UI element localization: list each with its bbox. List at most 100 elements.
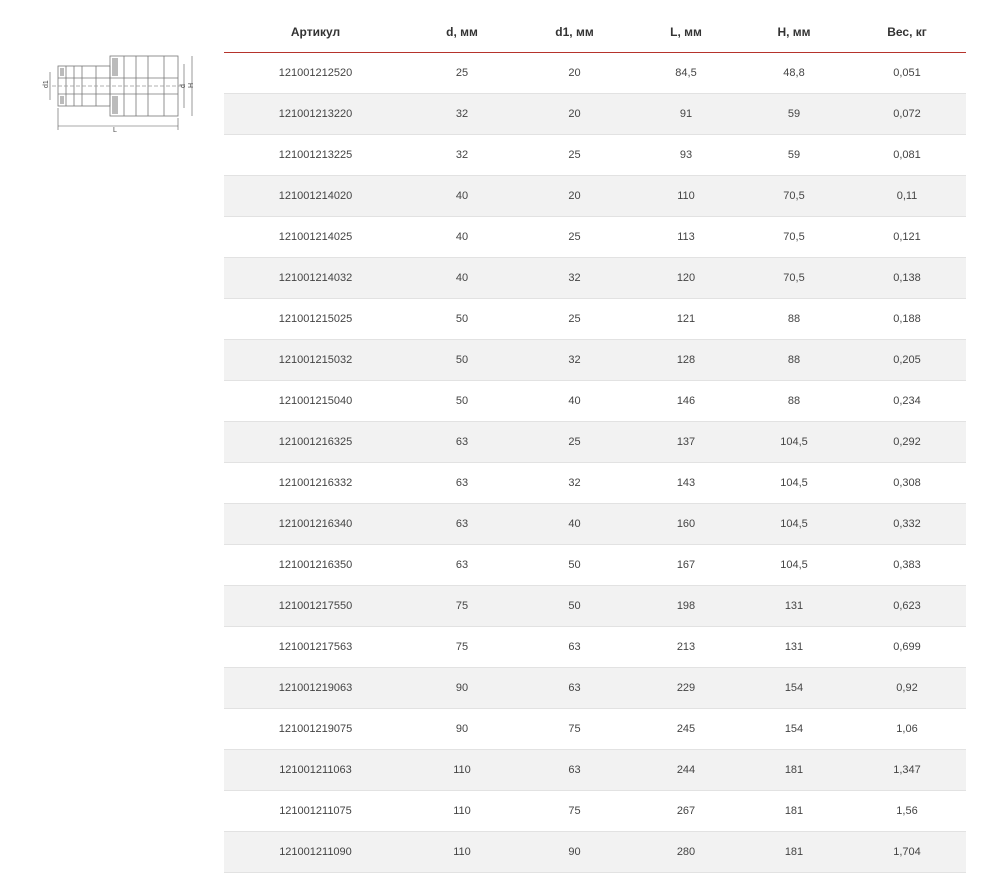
d-label: d — [180, 84, 187, 88]
table-row: 121001217563 75 63 213 131 0,699 — [224, 626, 966, 668]
d-cell: 63 — [407, 503, 517, 545]
l-label: L — [113, 127, 117, 134]
l-cell: 121 — [632, 298, 740, 340]
d1-cell: 75 — [517, 790, 632, 832]
table-row: 121001211090 110 90 280 181 1,704 — [224, 831, 966, 873]
l-cell: 84,5 — [632, 52, 740, 94]
l-cell: 93 — [632, 134, 740, 176]
weight-cell: 0,332 — [848, 503, 966, 545]
article-cell: 121001215025 — [224, 298, 407, 340]
weight-cell: 0,205 — [848, 339, 966, 381]
d-cell: 25 — [407, 52, 517, 94]
d-cell: 63 — [407, 544, 517, 586]
article-cell: 121001214025 — [224, 216, 407, 258]
weight-cell: 0,121 — [848, 216, 966, 258]
table-row: 121001211075 110 75 267 181 1,56 — [224, 790, 966, 832]
l-cell: 120 — [632, 257, 740, 299]
d-cell: 50 — [407, 339, 517, 381]
d1-cell: 32 — [517, 257, 632, 299]
weight-cell: 0,383 — [848, 544, 966, 586]
table-row: 121001216325 63 25 137 104,5 0,292 — [224, 421, 966, 463]
h-cell: 88 — [740, 298, 848, 340]
article-cell: 121001216325 — [224, 421, 407, 463]
article-cell: 121001216340 — [224, 503, 407, 545]
d-cell: 40 — [407, 175, 517, 217]
d1-cell: 63 — [517, 667, 632, 709]
h-cell: 131 — [740, 626, 848, 668]
article-cell: 121001219075 — [224, 708, 407, 750]
d1-cell: 20 — [517, 175, 632, 217]
l-cell: 167 — [632, 544, 740, 586]
weight-cell: 0,11 — [848, 175, 966, 217]
h-cell: 181 — [740, 749, 848, 791]
table-row: 121001212520 25 20 84,5 48,8 0,051 — [224, 52, 966, 94]
table-header-row: Артикул d, мм d1, мм L, мм H, мм Вес, кг — [224, 12, 966, 53]
article-cell: 121001216332 — [224, 462, 407, 504]
weight-cell: 1,56 — [848, 790, 966, 832]
h-cell: 154 — [740, 667, 848, 709]
table-row: 121001214032 40 32 120 70,5 0,138 — [224, 257, 966, 299]
header-l: L, мм — [632, 12, 740, 53]
article-cell: 121001216350 — [224, 544, 407, 586]
header-weight: Вес, кг — [848, 12, 966, 53]
l-cell: 160 — [632, 503, 740, 545]
article-cell: 121001213225 — [224, 134, 407, 176]
table-row: 121001215025 50 25 121 88 0,188 — [224, 298, 966, 340]
h-cell: 88 — [740, 380, 848, 422]
header-h: H, мм — [740, 12, 848, 53]
d1-cell: 25 — [517, 421, 632, 463]
article-cell: 121001217550 — [224, 585, 407, 627]
h-cell: 104,5 — [740, 462, 848, 504]
article-cell: 121001211090 — [224, 831, 407, 873]
h-cell: 70,5 — [740, 175, 848, 217]
article-cell: 121001211075 — [224, 790, 407, 832]
article-cell: 121001219063 — [224, 667, 407, 709]
weight-cell: 1,06 — [848, 708, 966, 750]
l-cell: 245 — [632, 708, 740, 750]
d1-cell: 40 — [517, 380, 632, 422]
table-row: 121001216332 63 32 143 104,5 0,308 — [224, 462, 966, 504]
d1-cell: 25 — [517, 134, 632, 176]
weight-cell: 0,138 — [848, 257, 966, 299]
table-row: 121001216340 63 40 160 104,5 0,332 — [224, 503, 966, 545]
article-cell: 121001215040 — [224, 380, 407, 422]
h-cell: 104,5 — [740, 503, 848, 545]
l-cell: 113 — [632, 216, 740, 258]
d1-cell: 75 — [517, 708, 632, 750]
table-row: 121001217550 75 50 198 131 0,623 — [224, 585, 966, 627]
table-row: 121001211063 110 63 244 181 1,347 — [224, 749, 966, 791]
l-cell: 267 — [632, 790, 740, 832]
header-d: d, мм — [407, 12, 517, 53]
weight-cell: 0,308 — [848, 462, 966, 504]
d-cell: 50 — [407, 380, 517, 422]
d-cell: 50 — [407, 298, 517, 340]
d-cell: 110 — [407, 831, 517, 873]
table-row: 121001214025 40 25 113 70,5 0,121 — [224, 216, 966, 258]
article-cell: 121001213220 — [224, 93, 407, 135]
weight-cell: 0,292 — [848, 421, 966, 463]
article-cell: 121001211063 — [224, 749, 407, 791]
d-cell: 40 — [407, 257, 517, 299]
weight-cell: 0,623 — [848, 585, 966, 627]
l-cell: 110 — [632, 175, 740, 217]
l-cell: 198 — [632, 585, 740, 627]
header-article: Артикул — [224, 12, 407, 53]
h-cell: 154 — [740, 708, 848, 750]
d1-cell: 20 — [517, 93, 632, 135]
d1-cell: 32 — [517, 339, 632, 381]
d1-cell: 63 — [517, 749, 632, 791]
d1-cell: 32 — [517, 462, 632, 504]
weight-cell: 0,234 — [848, 380, 966, 422]
weight-cell: 0,072 — [848, 93, 966, 135]
table-row: 121001215040 50 40 146 88 0,234 — [224, 380, 966, 422]
weight-cell: 1,704 — [848, 831, 966, 873]
d-cell: 32 — [407, 93, 517, 135]
d1-label: d1 — [43, 80, 50, 88]
article-cell: 121001212520 — [224, 52, 407, 94]
h-label: H — [188, 83, 195, 88]
weight-cell: 1,347 — [848, 749, 966, 791]
d-cell: 110 — [407, 790, 517, 832]
h-cell: 104,5 — [740, 421, 848, 463]
specs-table: Артикул d, мм d1, мм L, мм H, мм Вес, кг… — [224, 12, 966, 873]
l-cell: 244 — [632, 749, 740, 791]
